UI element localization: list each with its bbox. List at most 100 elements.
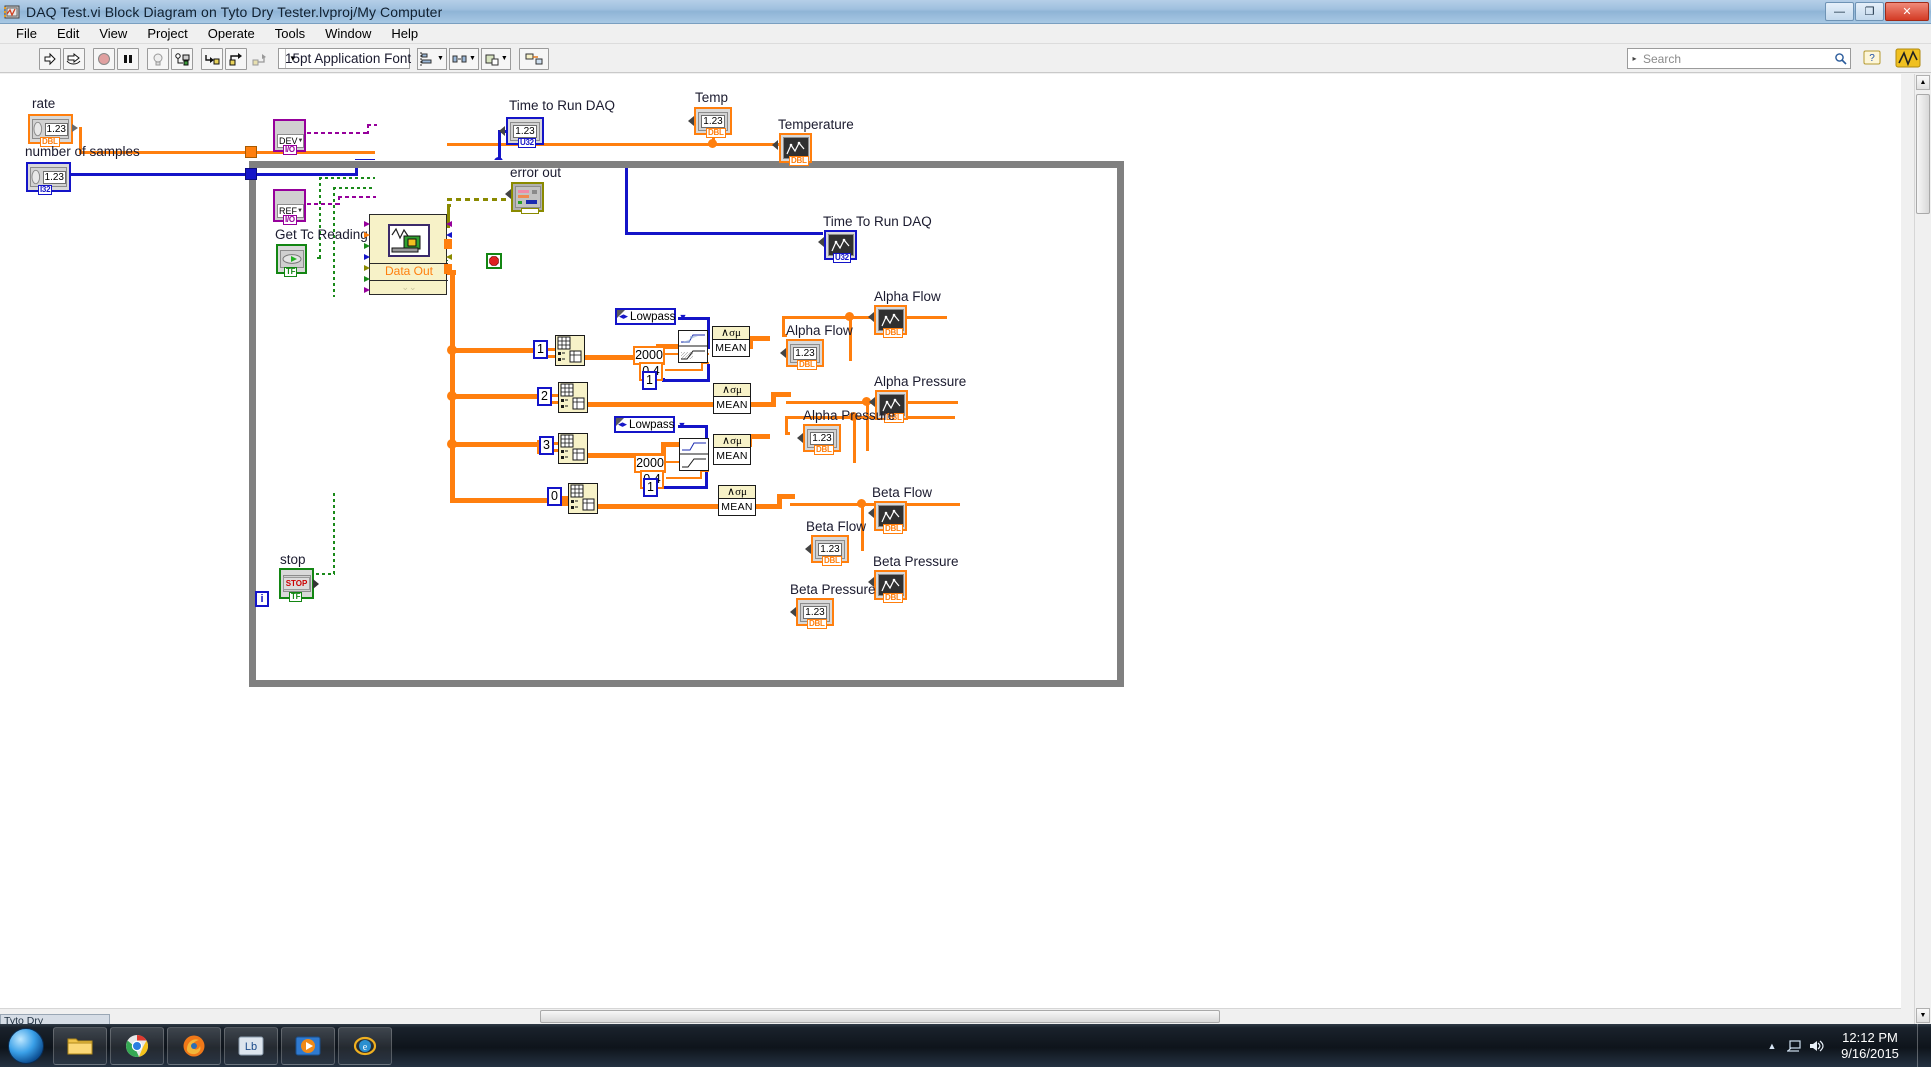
taskbar-firefox[interactable]: [167, 1026, 221, 1065]
pause-icon[interactable]: [117, 47, 139, 70]
horizontal-scrollbar[interactable]: [0, 1008, 1901, 1024]
retain-wire-values-icon[interactable]: [171, 47, 193, 70]
maximize-button[interactable]: ❐: [1855, 2, 1884, 21]
volume-icon[interactable]: [1805, 1039, 1827, 1053]
alpha-pressure-numeric-indicator[interactable]: 1.23 DBL: [803, 424, 841, 455]
lightbulb-icon[interactable]: [147, 47, 169, 70]
minimize-button[interactable]: —: [1825, 2, 1854, 21]
time-to-run-daq-graph-indicator[interactable]: U32: [824, 230, 857, 263]
menu-item-project[interactable]: Project: [137, 25, 197, 42]
close-button[interactable]: ✕: [1885, 2, 1929, 21]
time-to-run-daq-value: 1.23: [513, 124, 537, 138]
menu-item-file[interactable]: File: [6, 25, 47, 42]
align-objects-button[interactable]: ▼: [417, 47, 447, 70]
menu-item-operate[interactable]: Operate: [198, 25, 265, 42]
show-hidden-icons-button[interactable]: ▲: [1761, 1041, 1783, 1051]
clean-up-diagram-button[interactable]: [518, 47, 549, 70]
chevron-down-icon[interactable]: ▼: [297, 208, 303, 214]
temp-indicator[interactable]: 1.23 DBL: [694, 107, 732, 138]
loop-iteration-terminal[interactable]: i: [255, 591, 269, 607]
context-help-button[interactable]: ?: [1861, 46, 1883, 70]
index-constant-0[interactable]: 0: [547, 487, 562, 506]
wire-samples-horizontal: [62, 173, 255, 176]
loop-conditional-terminal[interactable]: [486, 253, 502, 269]
menu-item-tools[interactable]: Tools: [265, 25, 315, 42]
error-out-indicator[interactable]: [511, 182, 544, 214]
get-tc-reading-control-terminal[interactable]: TF: [276, 244, 307, 277]
step-out-icon[interactable]: [249, 48, 271, 70]
index-array-function-3[interactable]: [558, 433, 588, 464]
scroll-down-arrow-icon[interactable]: ▼: [1916, 1008, 1930, 1023]
filter-express-vi-top[interactable]: [678, 330, 708, 363]
taskbar-google-chrome[interactable]: [110, 1026, 164, 1065]
ref-control-terminal[interactable]: REF ▼ I/O: [273, 189, 306, 225]
menu-item-view[interactable]: View: [89, 25, 137, 42]
index-array-function-2[interactable]: [558, 382, 588, 413]
run-arrow-icon[interactable]: [39, 47, 61, 70]
beta-pressure-numeric-indicator[interactable]: 1.23 DBL: [796, 598, 834, 629]
stop-control-terminal[interactable]: STOP TF: [279, 568, 314, 602]
menu-item-help[interactable]: Help: [381, 25, 428, 42]
daq-subvi[interactable]: Data Out ⌄⌄: [364, 214, 452, 295]
time-to-run-daq-numeric-indicator[interactable]: 1.23 U32: [506, 117, 544, 148]
menu-item-window[interactable]: Window: [315, 25, 381, 42]
network-icon[interactable]: [1783, 1039, 1805, 1053]
amplitude-levels-vi-3[interactable]: ∧σμ MEAN: [713, 434, 751, 465]
search-scope-arrow-icon[interactable]: ▸: [1628, 54, 1641, 63]
resize-objects-button[interactable]: ▼: [480, 47, 511, 70]
daq-pin-devout: [446, 221, 452, 227]
beta-pressure-type-tag: DBL: [807, 619, 827, 629]
alpha-flow-graph-indicator[interactable]: DBL: [874, 305, 907, 338]
vertical-scrollbar[interactable]: ▲ ▼: [1914, 74, 1931, 1024]
filter-express-vi-bottom[interactable]: [679, 438, 709, 471]
filter-type-ring-top[interactable]: ◂▸ Lowpass ▼: [615, 308, 687, 325]
loop-tunnel-rate[interactable]: [245, 146, 257, 158]
daq-subvi-expand-glyph[interactable]: ⌄⌄: [370, 280, 448, 294]
block-diagram-canvas[interactable]: rate 1.23 DBL number of samples 1.23 I32: [0, 74, 1901, 1024]
search-input[interactable]: ▸ Search: [1627, 48, 1851, 69]
index-constant-1[interactable]: 1: [533, 340, 548, 359]
chevron-down-icon[interactable]: ▼: [677, 420, 686, 430]
index-constant-3[interactable]: 3: [539, 436, 554, 455]
daq-pin-temp-fat: [444, 239, 452, 249]
magnifier-icon[interactable]: [1830, 52, 1850, 65]
taskbar-labview[interactable]: Lb: [224, 1026, 278, 1065]
start-button[interactable]: [2, 1026, 50, 1066]
amplitude-levels-vi-4[interactable]: ∧σμ MEAN: [718, 485, 756, 516]
order-constant-bottom[interactable]: 1: [643, 478, 658, 497]
chevron-down-icon[interactable]: ▼: [298, 138, 304, 144]
amplitude-levels-vi-1[interactable]: ∧σμ MEAN: [712, 326, 750, 357]
alpha-flow-numeric-indicator[interactable]: 1.23 DBL: [786, 339, 824, 370]
menu-item-edit[interactable]: Edit: [47, 25, 89, 42]
beta-flow-numeric-indicator[interactable]: 1.23 DBL: [811, 535, 849, 566]
beta-pressure-graph-indicator[interactable]: DBL: [874, 570, 907, 603]
loop-tunnel-samples[interactable]: [245, 168, 257, 180]
index-array-function-1[interactable]: [555, 335, 585, 366]
vertical-scrollbar-thumb[interactable]: [1916, 94, 1930, 214]
dev-control-terminal[interactable]: DEV ▼ I/O: [273, 119, 306, 155]
order-constant-top[interactable]: 1: [642, 371, 657, 390]
temperature-graph-indicator[interactable]: DBL: [779, 133, 812, 166]
index-constant-2[interactable]: 2: [537, 387, 552, 406]
abort-stop-icon[interactable]: [93, 47, 115, 70]
taskbar-internet-explorer[interactable]: e: [338, 1026, 392, 1065]
rate-control-terminal[interactable]: 1.23 DBL: [28, 114, 73, 147]
amplitude-levels-vi-2[interactable]: ∧σμ MEAN: [713, 383, 751, 414]
horizontal-scrollbar-thumb[interactable]: [540, 1010, 1220, 1023]
scroll-up-arrow-icon[interactable]: ▲: [1916, 75, 1930, 90]
taskbar-windows-explorer[interactable]: [53, 1026, 107, 1065]
step-into-icon[interactable]: [201, 47, 223, 70]
clock[interactable]: 12:12 PM 9/16/2015: [1833, 1030, 1907, 1062]
svg-text:e: e: [363, 1042, 368, 1053]
distribute-objects-button[interactable]: ▼: [448, 47, 479, 70]
run-continuously-icon[interactable]: [63, 47, 85, 70]
index-array-function-0[interactable]: [568, 483, 598, 514]
number-of-samples-control-terminal[interactable]: 1.23 I32: [26, 162, 71, 195]
filter-type-ring-bottom[interactable]: ◂▸ Lowpass ▼: [614, 416, 686, 433]
beta-flow-graph-indicator[interactable]: DBL: [874, 501, 907, 534]
step-over-icon[interactable]: [225, 47, 247, 70]
show-desktop-button[interactable]: [1917, 1024, 1931, 1067]
chevron-down-icon[interactable]: ▼: [678, 312, 687, 322]
taskbar-media-player[interactable]: [281, 1026, 335, 1065]
font-selector[interactable]: 15pt Application Font ▼: [278, 48, 411, 69]
